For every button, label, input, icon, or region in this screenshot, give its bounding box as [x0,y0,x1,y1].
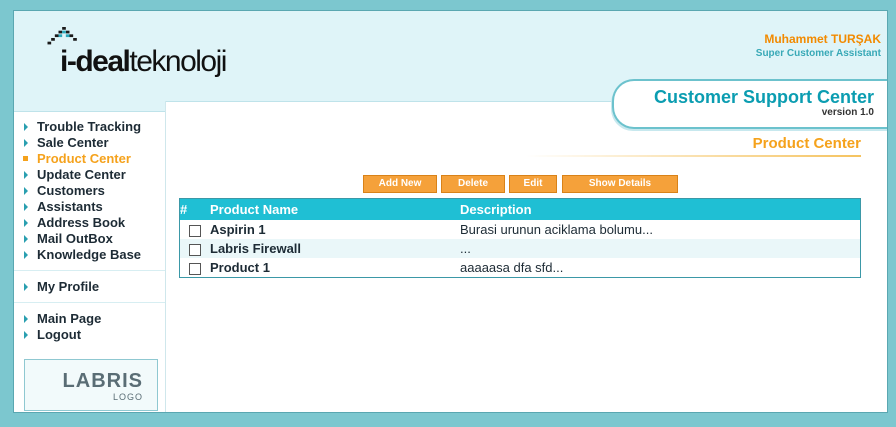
product-name-cell: Product 1 [210,260,270,275]
sidebar-item-label: Logout [37,327,82,342]
sidebar-item-mail-outbox[interactable]: Mail OutBox [14,231,165,247]
delete-button[interactable]: Delete [441,175,505,193]
sidebar-item-logout[interactable]: Logout [14,327,165,343]
sidebar-item-trouble-tracking[interactable]: Trouble Tracking [14,119,165,135]
sidebar-nav-main: Trouble Tracking Sale Center Product Cen… [14,119,165,263]
title-underline [526,155,861,157]
arrow-right-icon [24,123,28,131]
arrow-right-icon [24,187,28,195]
user-info: Muhammet TURŞAK Super Customer Assistant [756,32,881,59]
sidebar-nav-profile: My Profile [14,279,165,295]
table-header-row: # Product Name Description [179,198,861,221]
sidebar-item-label: Knowledge Base [37,247,142,262]
sidebar-divider [14,302,165,303]
sidebar-item-assistants[interactable]: Assistants [14,199,165,215]
arrow-right-icon [24,139,28,147]
labris-logo-text: LABRIS [62,370,143,392]
sidebar-item-customers[interactable]: Customers [14,183,165,199]
sidebar-item-label: Mail OutBox [37,231,113,246]
sidebar-item-label: Trouble Tracking [37,119,142,134]
active-square-icon [23,156,28,161]
product-name-cell: Aspirin 1 [210,222,266,237]
column-header-product-name[interactable]: Product Name [210,199,460,221]
arrow-right-icon [24,235,28,243]
sidebar-item-label: Customers [37,183,105,198]
sidebar-item-label: Main Page [37,311,102,326]
logo-text-light: teknoloji [129,45,227,78]
table-row[interactable]: Labris Firewall ... [179,239,861,258]
labris-logo-subtext: LOGO [112,392,143,402]
add-new-button[interactable]: Add New [363,175,437,193]
page-title: Product Center [752,135,861,152]
description-cell: aaaaasa dfa sfd... [460,260,564,275]
row-checkbox[interactable] [189,243,201,256]
sidebar-item-label: Assistants [37,199,103,214]
logo-wordmark: i-dealteknoloji [60,45,227,79]
sidebar-item-main-page[interactable]: Main Page [14,311,165,327]
arrow-right-icon [24,171,28,179]
arrow-right-icon [24,251,28,259]
description-cell: Burasi urunun aciklama bolumu... [460,222,653,237]
sidebar-item-label: Sale Center [37,135,109,150]
table-row[interactable]: Aspirin 1 Burasi urunun aciklama bolumu.… [180,220,861,239]
main-content: Product Center Add New Delete Edit Show … [166,101,887,412]
table-row[interactable]: Product 1 aaaaasa dfa sfd... [180,258,861,278]
product-name-cell: Labris Firewall [210,239,460,258]
sidebar-item-label: Product Center [37,151,131,166]
arrow-right-icon [24,203,28,211]
arrow-right-icon [24,331,28,339]
show-details-button[interactable]: Show Details [562,175,678,193]
sidebar-divider [14,270,165,271]
sidebar-nav-session: Main Page Logout [14,311,165,343]
sidebar: Trouble Tracking Sale Center Product Cen… [14,101,166,412]
labris-logo: LABRIS LOGO [24,359,158,411]
sidebar-topbar [14,101,165,112]
row-checkbox[interactable] [189,262,201,275]
product-table: # Product Name Description Aspirin 1 Bur… [179,198,861,278]
user-name: Muhammet TURŞAK [764,32,881,46]
column-header-description[interactable]: Description [460,199,861,221]
app-frame: i-dealteknoloji Muhammet TURŞAK Super Cu… [13,10,888,413]
column-header-index: # [180,202,188,217]
sidebar-item-label: My Profile [37,279,100,294]
description-cell: ... [460,239,861,258]
arrow-right-icon [24,315,28,323]
logo-text-bold: i-deal [60,45,131,78]
sidebar-item-product-center[interactable]: Product Center [14,151,165,167]
sidebar-item-address-book[interactable]: Address Book [14,215,165,231]
arrow-right-icon [24,219,28,227]
row-checkbox[interactable] [189,224,201,237]
arrow-right-icon [24,283,28,291]
sidebar-item-knowledge-base[interactable]: Knowledge Base [14,247,165,263]
ideal-teknoloji-logo: i-dealteknoloji [44,27,264,79]
sidebar-item-sale-center[interactable]: Sale Center [14,135,165,151]
user-role: Super Customer Assistant [755,48,881,59]
sidebar-item-my-profile[interactable]: My Profile [14,279,165,295]
edit-button[interactable]: Edit [509,175,557,193]
sidebar-item-update-center[interactable]: Update Center [14,167,165,183]
sidebar-item-label: Address Book [37,215,126,230]
sidebar-item-label: Update Center [37,167,126,182]
